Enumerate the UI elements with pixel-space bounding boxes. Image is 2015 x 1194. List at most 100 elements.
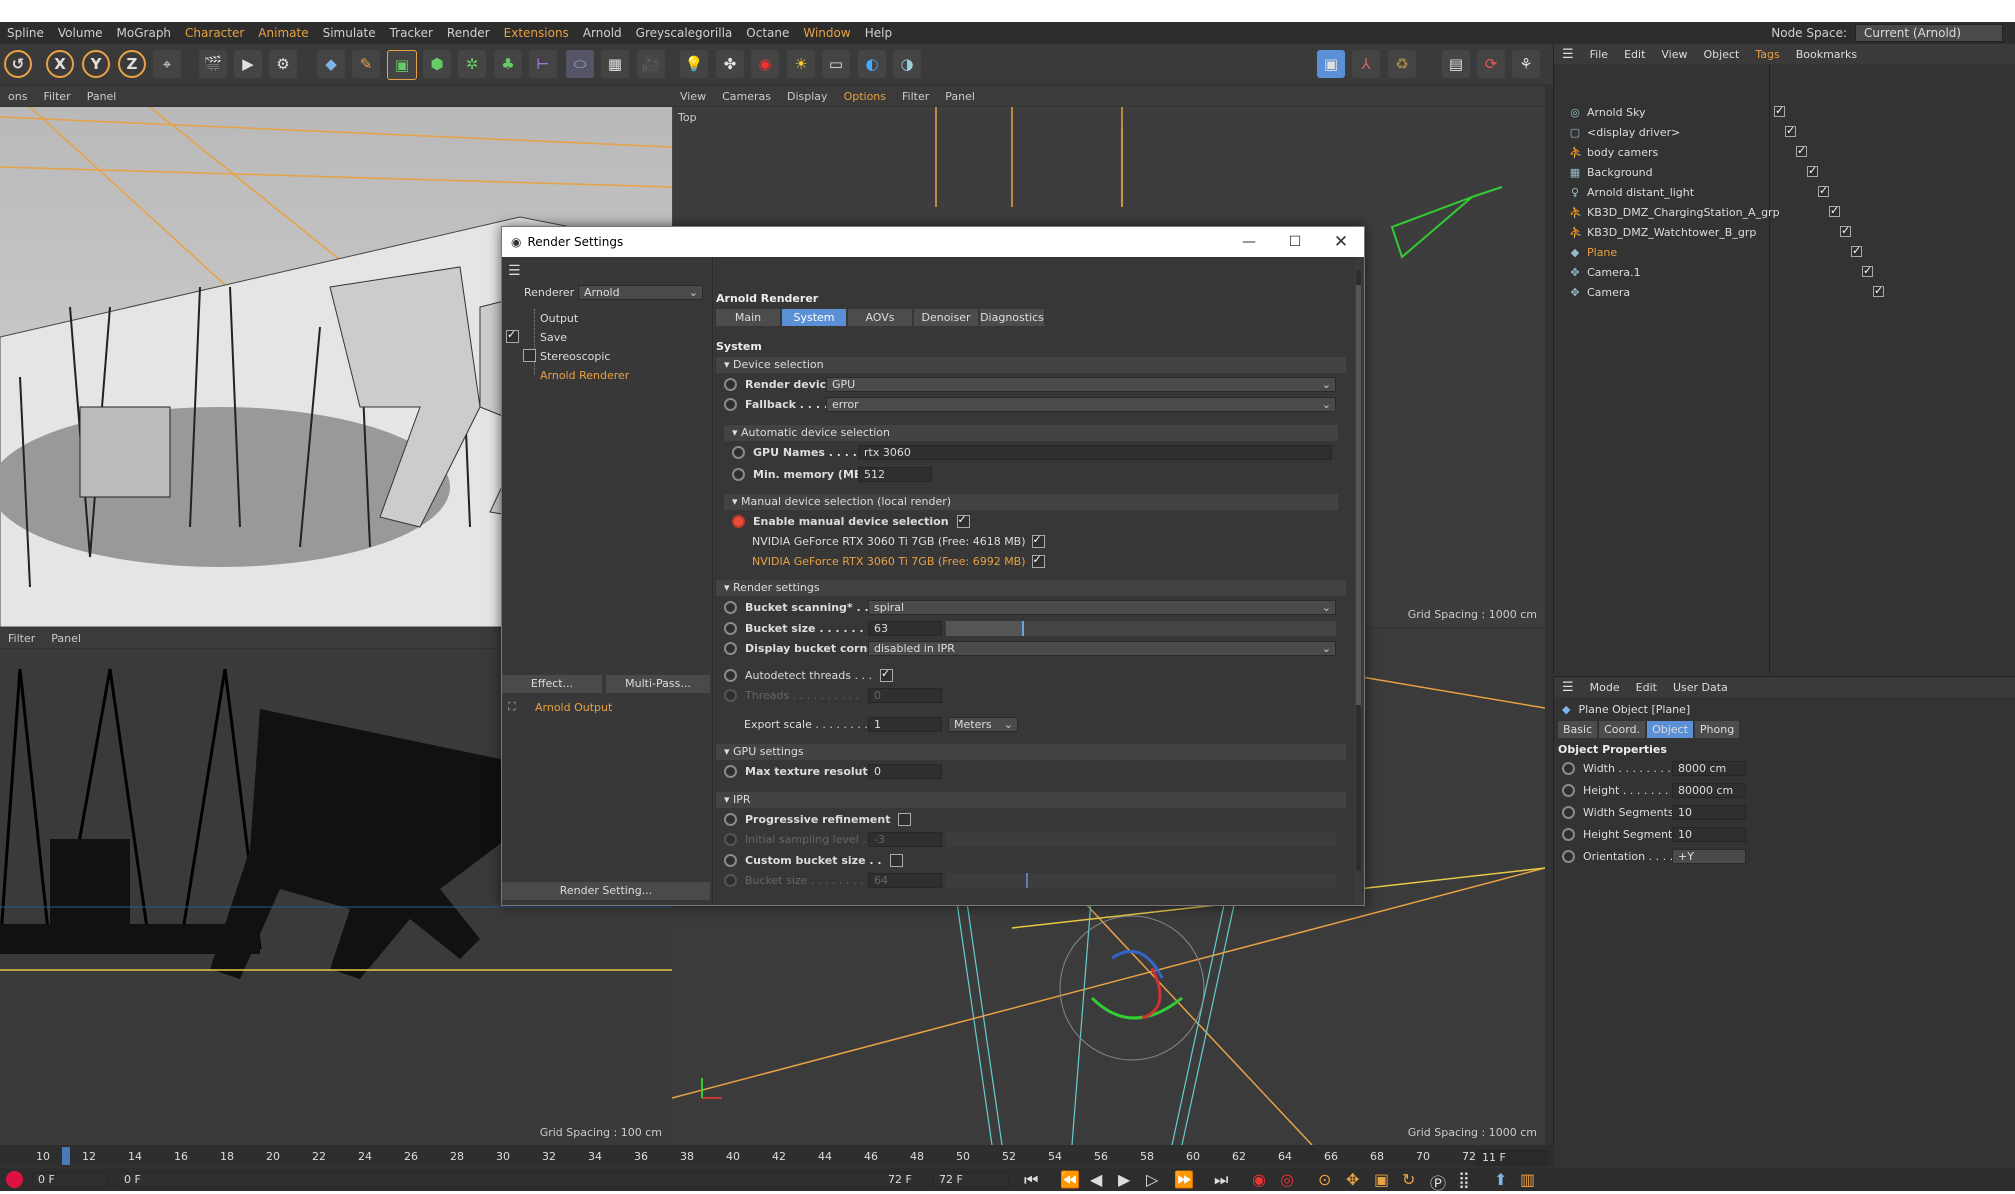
render-setting-button[interactable]: Render Setting... [502,882,710,900]
undo-icon[interactable]: ↺ [4,50,32,78]
play-icon[interactable]: ▶ [1118,1170,1130,1189]
anim-radio[interactable] [724,873,737,887]
scale-key-icon[interactable]: ▣ [1374,1170,1389,1189]
prev-frame-icon[interactable]: ◀ [1090,1170,1102,1189]
x-axis-lock-icon[interactable]: X [46,50,74,78]
menu-item-render[interactable]: Render [440,26,497,40]
menu-item-help[interactable]: Help [858,26,899,40]
rotation-key-icon[interactable]: ↻ [1402,1170,1415,1189]
timeline-end-field[interactable]: 11 F [1476,1150,1548,1165]
prev-key-icon[interactable]: ⏪ [1060,1170,1080,1189]
anim-radio[interactable] [724,853,737,867]
render-device-dropdown[interactable]: GPU ⌄ [826,377,1336,392]
hamburger-icon[interactable]: ☰ [1554,680,1582,695]
device-selection-section[interactable]: ▾ Device selection [716,357,1346,373]
extra-icon[interactable]: ⚘ [1512,50,1540,78]
tree-save[interactable]: Save [540,331,567,344]
timeline-playhead[interactable] [62,1147,70,1165]
anim-radio[interactable] [724,621,737,635]
close-icon[interactable]: ✕ [1318,227,1364,257]
scheme-icon[interactable]: ⬆ [1494,1170,1507,1189]
autodetect-checkbox[interactable] [880,667,893,682]
anim-radio-active[interactable] [732,514,745,528]
axis-icon[interactable]: ⅄ [1352,50,1380,78]
anim-radio[interactable] [724,812,737,826]
next-frame-icon[interactable]: ▷ [1146,1170,1158,1189]
object-row[interactable]: ⛹ body camers [1555,142,1805,162]
anim-radio[interactable] [1562,849,1575,863]
attr-value[interactable]: 10 [1672,827,1746,842]
dialog-scrollbar[interactable] [1356,271,1361,871]
object-row[interactable]: ⛹ KB3D_DMZ_ChargingStation_A_grp [1555,202,1805,222]
sun-icon[interactable]: ☀ [787,50,815,78]
object-row[interactable]: ▢ <display driver> [1555,122,1805,142]
anim-radio[interactable] [724,668,737,682]
current-frame-field[interactable]: 0 F [32,1172,108,1187]
vp-tr-filter[interactable]: Filter [894,90,937,103]
obj-menu-tags[interactable]: Tags [1747,48,1787,61]
menu-item-extensions[interactable]: Extensions [497,26,576,40]
render-view-icon[interactable]: 🎬 [199,50,227,78]
vp-tl-item[interactable]: Panel [79,90,125,103]
menu-item-animate[interactable]: Animate [251,26,315,40]
cube-icon[interactable]: ◆ [317,50,345,78]
param-key-icon[interactable]: Ⓟ [1430,1170,1446,1194]
arnold-shader-icon[interactable]: ◑ [893,50,921,78]
render-settings-section[interactable]: ▾ Render settings [716,580,1346,596]
spline-icon[interactable]: ⬭ [566,50,594,78]
anim-radio[interactable] [724,688,737,702]
gpu1-checkbox[interactable] [1031,533,1045,548]
node-space-dropdown[interactable]: Current (Arnold) [1855,24,2003,42]
vp-tr-display[interactable]: Display [779,90,836,103]
vp-tr-panel[interactable]: Panel [937,90,983,103]
coordinate-system-icon[interactable]: ⌖ [153,50,181,78]
anim-radio[interactable] [724,832,737,846]
obj-menu-edit[interactable]: Edit [1616,48,1653,61]
vp-bl-filter[interactable]: Filter [0,632,43,645]
layout-icon[interactable]: ▥ [1520,1170,1535,1189]
subdivision-icon[interactable]: ▣ [387,50,417,80]
position-key-icon[interactable]: ✥ [1346,1170,1359,1189]
visibility-checkbox[interactable] [1774,104,1785,117]
bucket-size-input[interactable]: 63 [868,621,942,636]
attr-tab-coord[interactable]: Coord. [1599,721,1646,738]
object-row[interactable]: ▦ Background [1555,162,1805,182]
ipr-section[interactable]: ▾ IPR [716,792,1346,808]
object-row[interactable]: ◆ Plane [1555,242,1805,262]
rsp-icon[interactable]: ⟳ [1477,50,1505,78]
hamburger-icon[interactable]: ☰ [508,263,521,279]
export-scale-unit[interactable]: Meters ⌄ [948,717,1018,732]
recycle-icon[interactable]: ♻ [1388,50,1416,78]
next-key-icon[interactable]: ⏩ [1174,1170,1194,1189]
vp-tl-item[interactable]: ons [0,90,35,103]
floor-icon[interactable]: ▦ [601,50,629,78]
export-scale-input[interactable]: 1 [868,717,942,732]
visibility-checkbox[interactable] [1796,144,1807,157]
auto-device-section[interactable]: ▾ Automatic device selection [724,425,1338,441]
half-circle-icon[interactable]: ◐ [858,50,886,78]
gpu-names-input[interactable]: rtx 3060 [858,445,1332,460]
frame-range-start[interactable]: 0 F [118,1172,908,1187]
initial-sampling-input[interactable]: -3 [868,832,942,847]
dialog-scrollbar-thumb[interactable] [1356,285,1361,705]
visibility-checkbox[interactable] [1785,124,1796,137]
anim-radio[interactable] [732,445,745,459]
tab-denoiser[interactable]: Denoiser [914,309,978,326]
object-row[interactable]: ✥ Camera.1 [1555,262,1805,282]
record-icon[interactable]: ◉ [1252,1170,1266,1189]
anim-radio[interactable] [732,467,745,481]
gpu-settings-section[interactable]: ▾ GPU settings [716,744,1346,760]
light-icon[interactable]: 💡 [680,50,708,78]
attr-tab-basic[interactable]: Basic [1558,721,1598,738]
enable-manual-checkbox[interactable] [956,513,970,528]
anim-radio[interactable] [724,377,737,391]
initial-sampling-slider[interactable] [946,832,1336,847]
y-axis-lock-icon[interactable]: Y [82,50,110,78]
object-row[interactable]: ⛹ KB3D_DMZ_Watchtower_B_grp [1555,222,1805,242]
renderer-dropdown[interactable]: Arnold ⌄ [578,285,703,300]
anim-radio[interactable] [1562,783,1575,797]
fallback-dropdown[interactable]: error ⌄ [826,397,1336,412]
stereoscopic-checkbox[interactable] [522,349,536,362]
vp-tr-options[interactable]: Options [836,90,894,103]
menu-item-volume[interactable]: Volume [51,26,110,40]
